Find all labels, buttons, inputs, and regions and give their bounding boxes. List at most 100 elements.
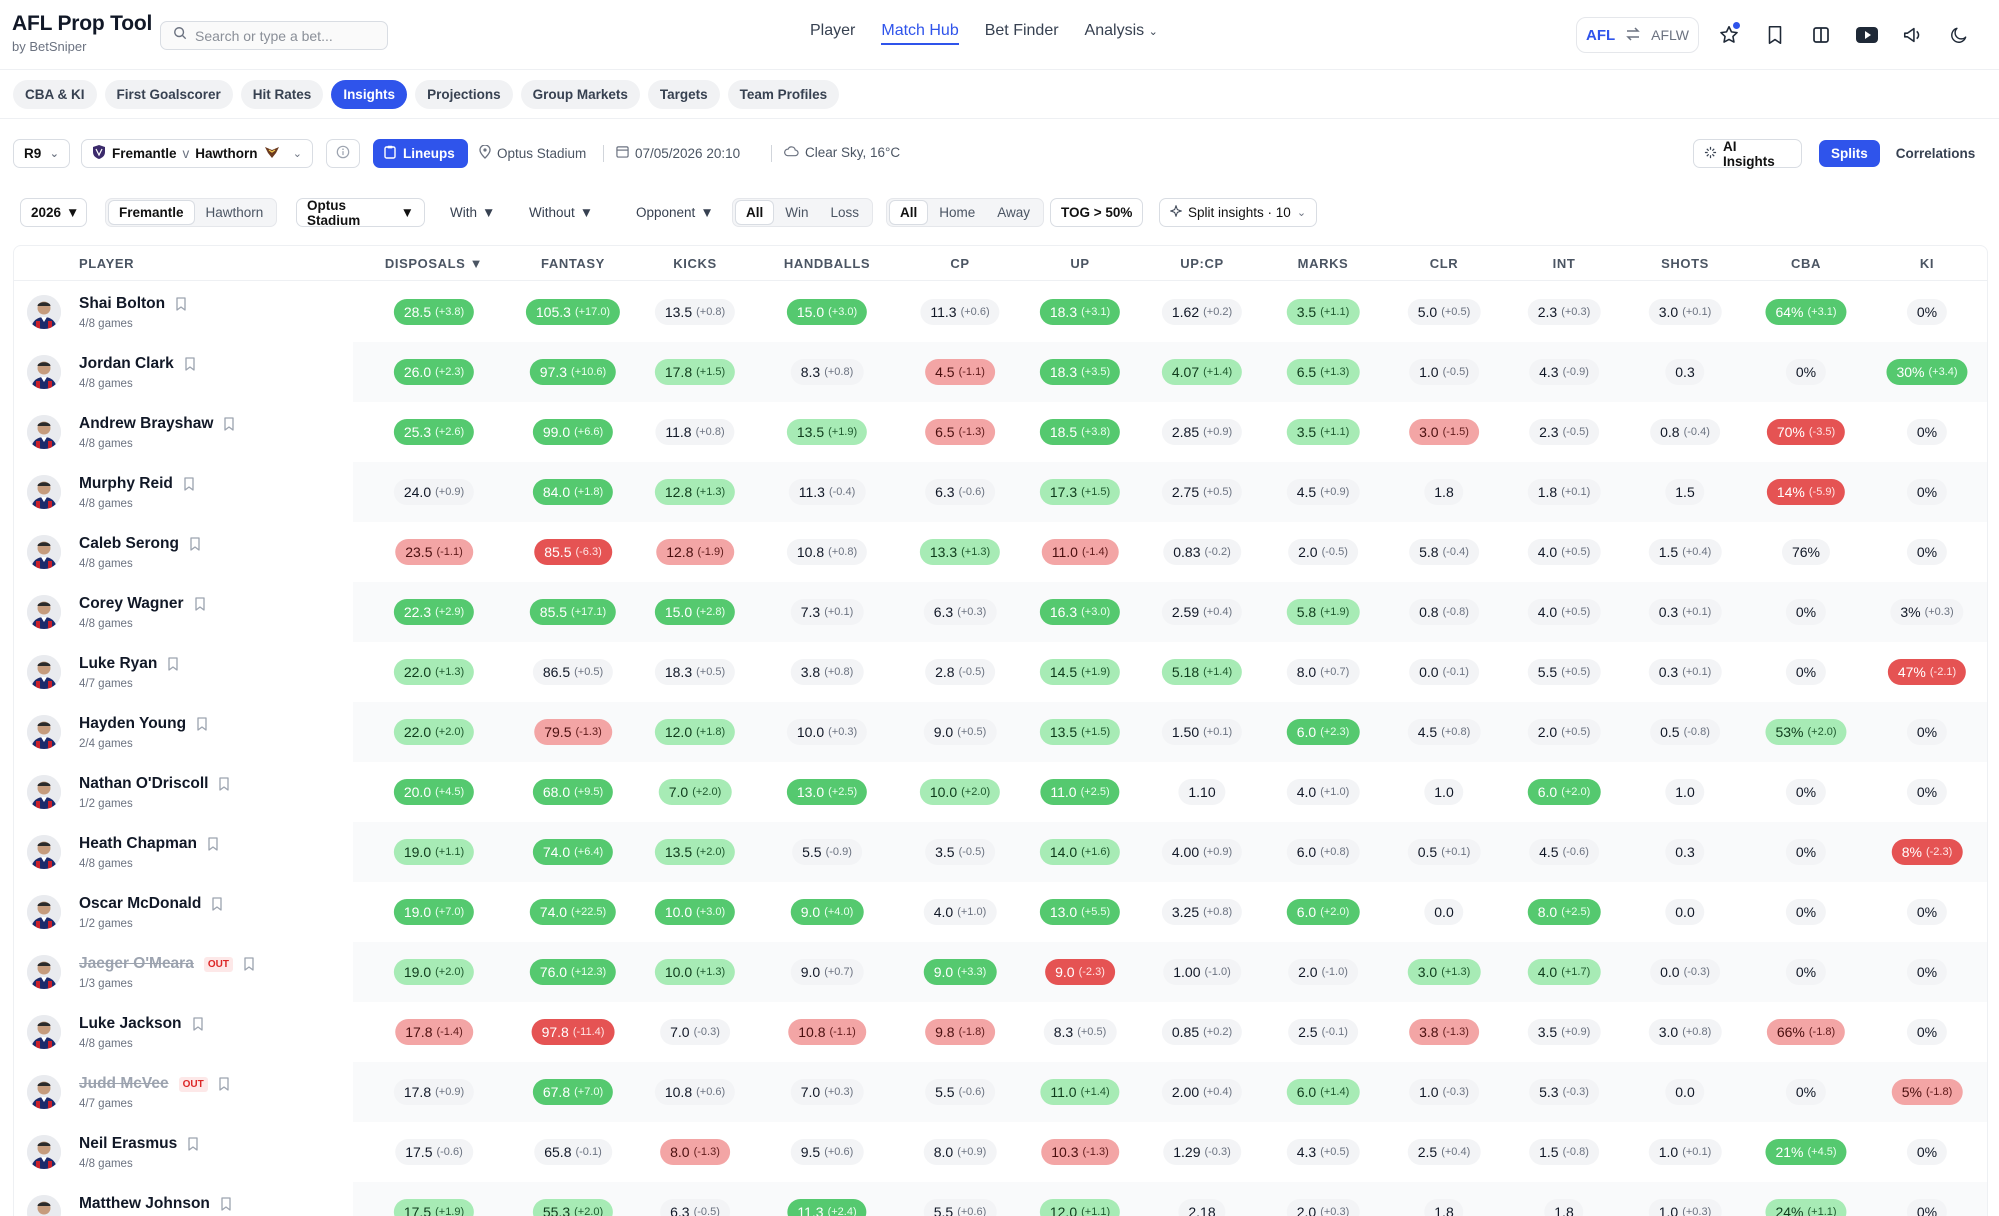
stat-cell[interactable]: 1.0 xyxy=(1665,779,1705,805)
column-header-clr[interactable]: CLR xyxy=(1430,256,1459,271)
nav-analysis[interactable]: Analysis ⌄ xyxy=(1085,22,1158,45)
info-button[interactable] xyxy=(326,139,360,168)
stat-cell[interactable]: 2.3 (+0.3) xyxy=(1527,299,1601,325)
stat-cell[interactable]: 76% xyxy=(1781,539,1831,565)
player-name-text[interactable]: Nathan O'Driscoll xyxy=(79,775,208,793)
stat-cell[interactable]: 8.0 (+0.7) xyxy=(1286,659,1360,685)
player-name[interactable]: Hayden Young xyxy=(79,715,208,733)
result-win[interactable]: Win xyxy=(775,201,818,224)
stat-cell[interactable]: 2.59 (+0.4) xyxy=(1161,599,1243,625)
player-name[interactable]: Matthew Johnson xyxy=(79,1195,232,1213)
stat-cell[interactable]: 3.0 (+0.1) xyxy=(1648,299,1722,325)
table-row[interactable]: Corey Wagner 4/8 games 22.3 (+2.9) 85.5 (+17.… xyxy=(14,582,1987,642)
stat-cell[interactable]: 70% (-3.5) xyxy=(1766,419,1846,445)
stat-cell[interactable]: 1.0 (-0.3) xyxy=(1409,1079,1479,1105)
stat-cell[interactable]: 2.3 (-0.5) xyxy=(1529,419,1599,445)
stat-cell[interactable]: 10.0 (+2.0) xyxy=(919,779,1001,805)
stat-cell[interactable]: 1.0 (+0.1) xyxy=(1648,1139,1722,1165)
player-name-text[interactable]: Corey Wagner xyxy=(79,595,184,613)
player-name[interactable]: Luke Jackson xyxy=(79,1015,204,1033)
star-icon[interactable] xyxy=(1716,22,1742,48)
stat-cell[interactable]: 6.3 (+0.3) xyxy=(923,599,997,625)
stat-cell[interactable]: 5.5 (-0.9) xyxy=(792,839,862,865)
stat-cell[interactable]: 3.5 (+1.1) xyxy=(1286,419,1360,445)
stat-cell[interactable]: 5.5 (+0.6) xyxy=(923,1199,997,1216)
stat-cell[interactable]: 5.3 (-0.3) xyxy=(1529,1079,1599,1105)
stat-cell[interactable]: 17.5 (+1.9) xyxy=(393,1199,475,1216)
stat-cell[interactable]: 22.0 (+1.3) xyxy=(393,659,475,685)
stat-cell[interactable]: 0% xyxy=(1785,839,1827,865)
stat-cell[interactable]: 5.5 (-0.6) xyxy=(925,1079,995,1105)
column-header-fantasy[interactable]: FANTASY xyxy=(541,256,605,271)
stat-cell[interactable]: 3% (+0.3) xyxy=(1890,599,1964,625)
stat-cell[interactable]: 53% (+2.0) xyxy=(1765,719,1847,745)
column-header-player[interactable]: PLAYER xyxy=(79,256,134,271)
stat-cell[interactable]: 10.8 (-1.1) xyxy=(788,1019,866,1045)
stat-cell[interactable]: 0% xyxy=(1906,1019,1948,1045)
stat-cell[interactable]: 0% xyxy=(1906,299,1948,325)
bookmark-icon[interactable] xyxy=(207,837,219,851)
stat-cell[interactable]: 12.8 (-1.9) xyxy=(656,539,734,565)
stat-cell[interactable]: 3.25 (+0.8) xyxy=(1161,899,1243,925)
ai-insights-button[interactable]: AI Insights xyxy=(1693,139,1802,169)
player-name[interactable]: Corey Wagner xyxy=(79,595,206,613)
stat-cell[interactable]: 5.8 (+1.9) xyxy=(1286,599,1360,625)
table-row[interactable]: Luke Ryan 4/7 games 22.0 (+1.3) 86.5 (+0.5) 18… xyxy=(14,642,1987,702)
player-name[interactable]: Jaeger O'Meara OUT xyxy=(79,955,255,973)
bookmark-icon[interactable] xyxy=(194,597,206,611)
stat-cell[interactable]: 1.8 (+0.1) xyxy=(1527,479,1601,505)
stat-cell[interactable]: 1.8 xyxy=(1424,1199,1464,1216)
player-name-text[interactable]: Heath Chapman xyxy=(79,835,197,853)
stat-cell[interactable]: 2.5 (-0.1) xyxy=(1288,1019,1358,1045)
stat-cell[interactable]: 16.3 (+3.0) xyxy=(1039,599,1121,625)
stat-cell[interactable]: 2.0 (-1.0) xyxy=(1288,959,1358,985)
team-tab-hawthorn[interactable]: Hawthorn xyxy=(196,201,274,224)
stat-cell[interactable]: 0% xyxy=(1785,599,1827,625)
player-name-text[interactable]: Caleb Serong xyxy=(79,535,179,553)
tab-targets[interactable]: Targets xyxy=(647,80,720,109)
stat-cell[interactable]: 17.8 (+1.5) xyxy=(654,359,736,385)
stat-cell[interactable]: 2.85 (+0.9) xyxy=(1161,419,1243,445)
stat-cell[interactable]: 0.85 (+0.2) xyxy=(1161,1019,1243,1045)
columns-icon[interactable] xyxy=(1808,22,1834,48)
stat-cell[interactable]: 18.3 (+3.5) xyxy=(1039,359,1121,385)
stat-cell[interactable]: 2.00 (+0.4) xyxy=(1161,1079,1243,1105)
stat-cell[interactable]: 97.3 (+10.6) xyxy=(529,359,617,385)
stat-cell[interactable]: 1.8 xyxy=(1424,479,1464,505)
bookmark-icon[interactable] xyxy=(192,1017,204,1031)
bookmark-icon[interactable] xyxy=(196,717,208,731)
bookmark-icon[interactable] xyxy=(187,1137,199,1151)
stat-cell[interactable]: 6.0 (+0.8) xyxy=(1286,839,1360,865)
bookmark-icon[interactable] xyxy=(167,657,179,671)
stat-cell[interactable]: 15.0 (+2.8) xyxy=(654,599,736,625)
stat-cell[interactable]: 0% xyxy=(1785,359,1827,385)
stat-cell[interactable]: 6.5 (+1.3) xyxy=(1286,359,1360,385)
stat-cell[interactable]: 8.0 (+0.9) xyxy=(923,1139,997,1165)
stat-cell[interactable]: 10.0 (+3.0) xyxy=(654,899,736,925)
stat-cell[interactable]: 30% (+3.4) xyxy=(1886,359,1968,385)
tab-insights[interactable]: Insights xyxy=(331,80,408,109)
player-name[interactable]: Judd McVee OUT xyxy=(79,1075,230,1093)
stat-cell[interactable]: 0.3 xyxy=(1665,839,1705,865)
stat-cell[interactable]: 6.0 (+2.3) xyxy=(1286,719,1360,745)
bookmark-icon[interactable] xyxy=(220,1197,232,1211)
stat-cell[interactable]: 14.0 (+1.6) xyxy=(1039,839,1121,865)
stat-cell[interactable]: 4.0 (+0.5) xyxy=(1527,599,1601,625)
stat-cell[interactable]: 7.3 (+0.1) xyxy=(790,599,864,625)
moon-icon[interactable] xyxy=(1946,22,1972,48)
table-row[interactable]: Murphy Reid 4/8 games 24.0 (+0.9) 84.0 (+1.8)… xyxy=(14,462,1987,522)
stat-cell[interactable]: 2.0 (+0.3) xyxy=(1286,1199,1360,1216)
stat-cell[interactable]: 0% xyxy=(1906,419,1948,445)
stat-cell[interactable]: 2.0 (-0.5) xyxy=(1288,539,1358,565)
stat-cell[interactable]: 8.0 (+2.5) xyxy=(1527,899,1601,925)
stat-cell[interactable]: 1.0 xyxy=(1424,779,1464,805)
column-header-marks[interactable]: MARKS xyxy=(1298,256,1349,271)
stat-cell[interactable]: 1.8 xyxy=(1544,1199,1584,1216)
table-row[interactable]: Oscar McDonald 1/2 games 19.0 (+7.0) 74.0 (+2… xyxy=(14,882,1987,942)
stat-cell[interactable]: 17.5 (-0.6) xyxy=(395,1139,473,1165)
location-away[interactable]: Away xyxy=(987,201,1040,224)
stat-cell[interactable]: 17.3 (+1.5) xyxy=(1039,479,1121,505)
stat-cell[interactable]: 24.0 (+0.9) xyxy=(393,479,475,505)
table-row[interactable]: Neil Erasmus 4/8 games 17.5 (-0.6) 65.8 (-0.1… xyxy=(14,1122,1987,1182)
stat-cell[interactable]: 99.0 (+6.6) xyxy=(532,419,614,445)
